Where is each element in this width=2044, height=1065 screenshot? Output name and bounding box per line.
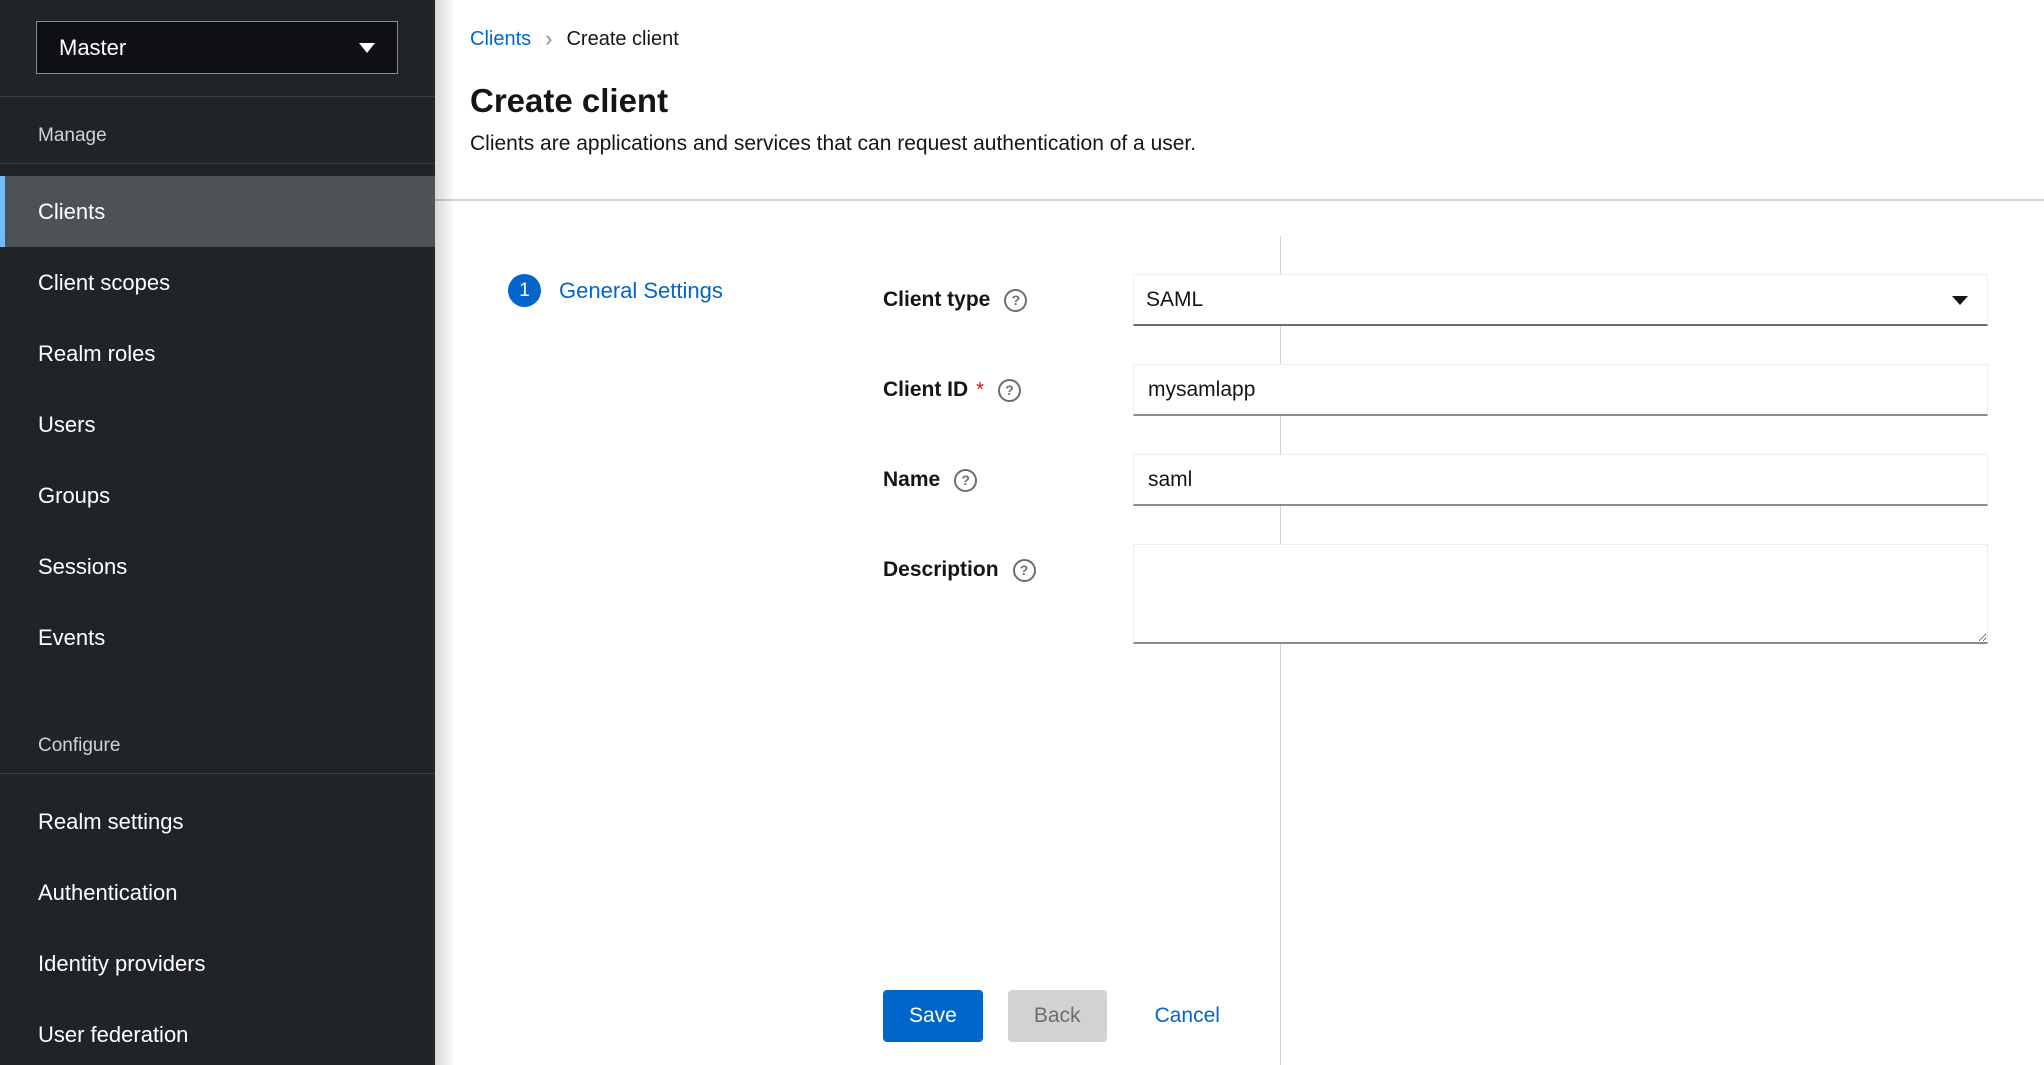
help-icon[interactable]: ? (1013, 559, 1036, 582)
help-icon[interactable]: ? (1004, 289, 1027, 312)
required-indicator: * (976, 379, 984, 402)
help-icon[interactable]: ? (998, 379, 1021, 402)
client-type-select-wrap: SAML (1133, 274, 1988, 326)
save-button[interactable]: Save (883, 990, 983, 1042)
chevron-down-icon (359, 43, 375, 53)
sidebar-item-user-federation[interactable]: User federation (0, 999, 435, 1065)
form-row-client-id: Client ID * ? (883, 364, 1988, 416)
client-id-label-group: Client ID * ? (883, 364, 1133, 416)
breadcrumb-separator-icon: › (545, 26, 552, 52)
description-textarea[interactable] (1133, 544, 1988, 644)
description-control (1133, 544, 1988, 644)
cancel-button[interactable]: Cancel (1155, 990, 1220, 1042)
sidebar-item-sessions[interactable]: Sessions (0, 531, 435, 602)
breadcrumb-current: Create client (566, 28, 678, 51)
name-input[interactable] (1133, 454, 1988, 506)
breadcrumb-link-clients[interactable]: Clients (470, 28, 531, 51)
sidebar-item-client-scopes[interactable]: Client scopes (0, 247, 435, 318)
sidebar-item-clients[interactable]: Clients (0, 176, 435, 247)
sidebar: Master Manage Clients Client scopes Real… (0, 0, 435, 1065)
page-description: Clients are applications and services th… (470, 132, 1196, 156)
nav-section-title-manage: Manage (0, 97, 435, 163)
header-divider (435, 199, 2044, 201)
description-label-group: Description ? (883, 544, 1133, 596)
client-id-label: Client ID (883, 378, 968, 402)
nav-list-configure: Realm settings Authentication Identity p… (0, 786, 435, 1065)
wizard-step-general-settings[interactable]: 1 General Settings (508, 274, 723, 307)
sidebar-item-realm-settings[interactable]: Realm settings (0, 786, 435, 857)
realm-selector-label: Master (59, 35, 126, 61)
realm-selector-button[interactable]: Master (36, 21, 398, 74)
client-type-label-group: Client type ? (883, 274, 1133, 326)
client-type-label: Client type (883, 288, 990, 312)
sidebar-item-realm-roles[interactable]: Realm roles (0, 318, 435, 389)
back-button[interactable]: Back (1008, 990, 1107, 1042)
client-type-control: SAML (1133, 274, 1988, 326)
form-row-client-type: Client type ? SAML (883, 274, 1988, 326)
name-label-group: Name ? (883, 454, 1133, 506)
wizard-step-label: General Settings (559, 278, 723, 304)
nav-section-title-configure: Configure (0, 673, 435, 773)
description-label: Description (883, 558, 999, 582)
client-type-select[interactable]: SAML (1133, 274, 1988, 326)
sidebar-item-users[interactable]: Users (0, 389, 435, 460)
page-title: Create client (470, 82, 668, 120)
form-row-name: Name ? (883, 454, 1988, 506)
help-icon[interactable]: ? (954, 469, 977, 492)
name-label: Name (883, 468, 940, 492)
realm-selector: Master (0, 0, 435, 97)
main-content: Clients › Create client Create client Cl… (435, 0, 2044, 1065)
sidebar-item-events[interactable]: Events (0, 602, 435, 673)
sidebar-item-authentication[interactable]: Authentication (0, 857, 435, 928)
create-client-form: Client type ? SAML Client ID * ? (883, 274, 1988, 682)
form-actions: Save Back Cancel (883, 990, 1220, 1042)
name-control (1133, 454, 1988, 506)
breadcrumb: Clients › Create client (470, 26, 679, 52)
wizard-step-number: 1 (508, 274, 541, 307)
client-id-control (1133, 364, 1988, 416)
nav-list-manage: Clients Client scopes Realm roles Users … (0, 176, 435, 673)
client-id-input[interactable] (1133, 364, 1988, 416)
sidebar-divider (0, 773, 435, 774)
sidebar-item-identity-providers[interactable]: Identity providers (0, 928, 435, 999)
form-row-description: Description ? (883, 544, 1988, 644)
sidebar-nav: Manage Clients Client scopes Realm roles… (0, 97, 435, 1065)
sidebar-item-groups[interactable]: Groups (0, 460, 435, 531)
sidebar-divider (0, 163, 435, 164)
